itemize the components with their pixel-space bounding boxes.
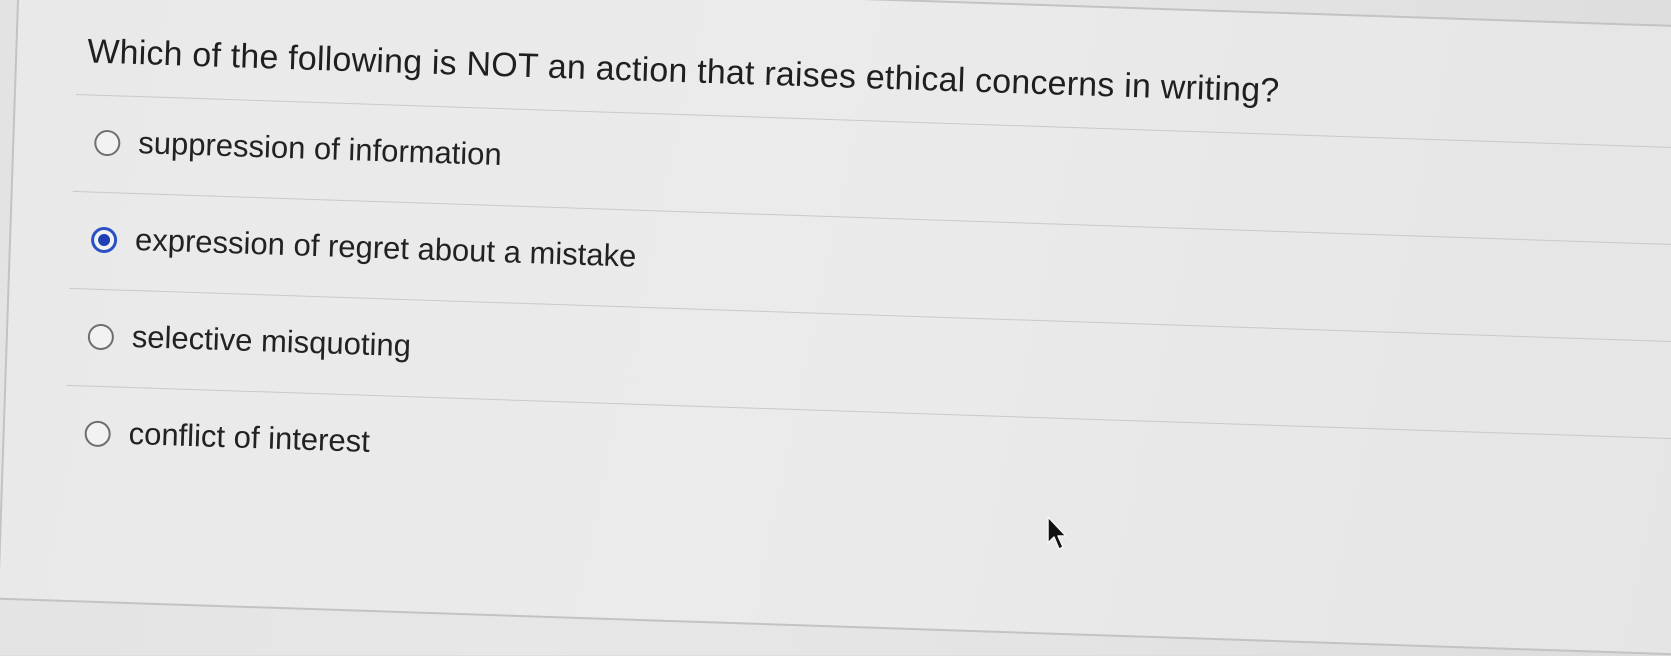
option-label: suppression of information: [137, 125, 503, 173]
radio-button[interactable]: [84, 420, 112, 448]
question-card: Which of the following is NOT an action …: [0, 0, 1671, 656]
option-label: selective misquoting: [131, 318, 412, 364]
option-label: conflict of interest: [128, 415, 371, 459]
screen: Which of the following is NOT an action …: [0, 0, 1671, 656]
radio-button[interactable]: [93, 129, 121, 157]
question-text: Which of the following is NOT an action …: [86, 32, 1281, 110]
mouse-pointer-icon: [1047, 516, 1067, 550]
answer-options: suppression of information expression of…: [63, 93, 1671, 537]
radio-button-selected[interactable]: [90, 226, 118, 254]
radio-button[interactable]: [87, 323, 115, 351]
option-label: expression of regret about a mistake: [134, 222, 637, 274]
